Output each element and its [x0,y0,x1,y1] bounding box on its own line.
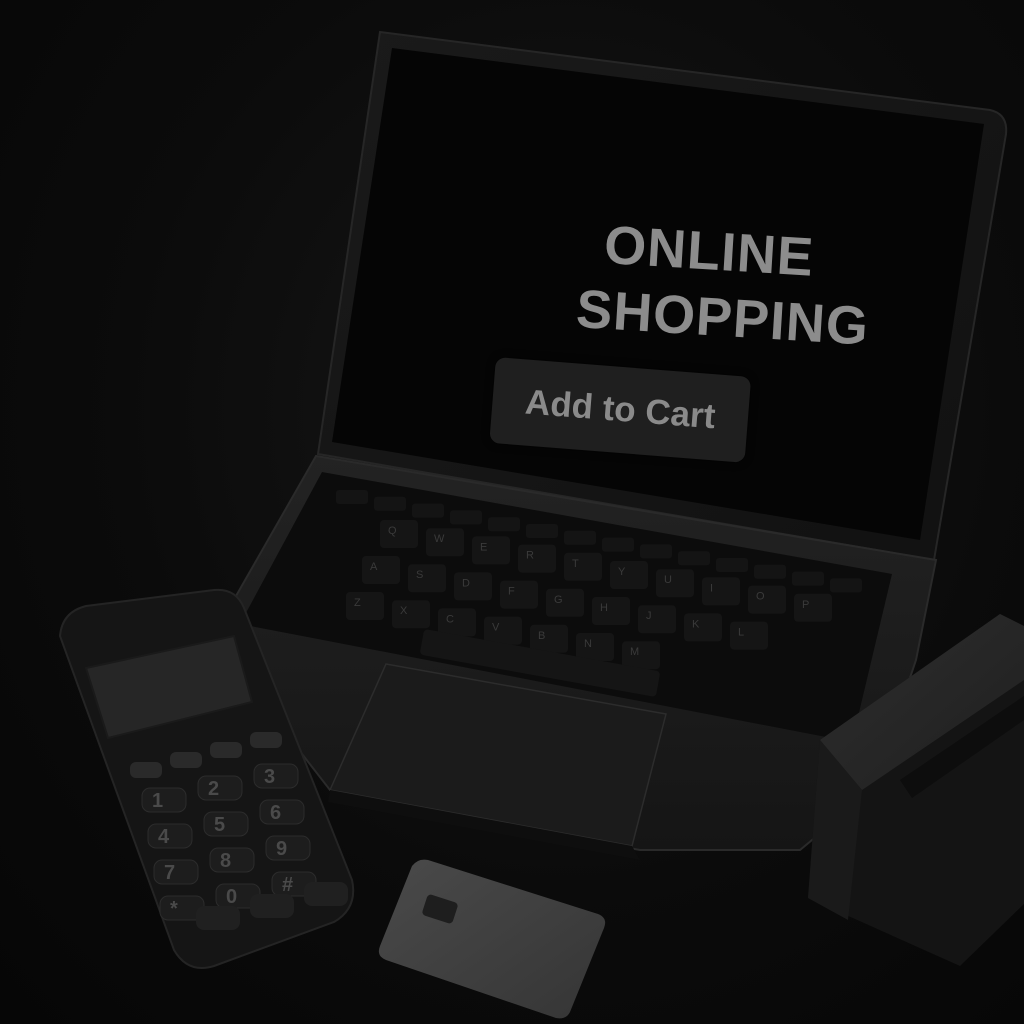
terminal-key-label: 5 [214,814,225,836]
keyboard-key-label: V [492,622,500,634]
keyboard-key-label: C [446,613,454,625]
keyboard-key-label: X [400,605,408,617]
keyboard-key-label: T [572,558,579,570]
keyboard-key [564,530,596,545]
keyboard-key [392,600,430,629]
keyboard-key [346,592,384,620]
terminal-key-label: * [170,898,178,920]
terminal-key-label: 2 [208,778,219,800]
terminal-key [203,811,249,837]
keyboard-key [638,605,676,634]
keyboard-key [336,490,368,504]
terminal-function-key [210,742,242,758]
screen-headline-online: ONLINE [602,215,816,288]
keyboard-key-label: Z [354,597,361,609]
terminal-function-key [250,732,282,748]
scene-illustration: Q W E R T Y U I O P A S D F G H J K L Z X C V B N M 1 2 3 4 5 6 7 8 9 * 0 # [58,30,1024,1019]
keyboard-key [488,517,520,532]
keyboard-key [546,588,584,617]
terminal-key [153,859,199,885]
terminal-key-label: 3 [264,766,275,788]
keyboard-key-label: Y [618,566,626,578]
keyboard-key [640,544,672,559]
keyboard-key-label: M [630,646,639,658]
keyboard-key-label: J [646,610,652,622]
keyboard-key-label: G [554,594,563,606]
keyboard-key-label: U [664,574,672,586]
keyboard-key [656,569,694,598]
keyboard-key-label: K [692,618,700,630]
keyboard-key [678,551,710,566]
keyboard-key [412,503,444,518]
keyboard-key [450,510,482,525]
keyboard-key-label: A [370,561,378,573]
keyboard-key [500,580,538,609]
keyboard-key-label: W [434,533,445,545]
keyboard-key [454,572,492,601]
keyboard-key [564,552,602,581]
keyboard-key [702,577,740,606]
terminal-function-key [130,762,162,778]
terminal-function-key [170,752,202,768]
keyboard-key [438,608,476,637]
terminal-key [197,775,243,801]
terminal-key-label: 7 [164,862,175,884]
keyboard-key [592,597,630,625]
keyboard-key [362,556,400,584]
keyboard-key-label: O [756,591,765,603]
keyboard-key [794,593,832,622]
terminal-action-key [196,906,240,930]
terminal-key-label: 9 [276,838,287,860]
keyboard-key-label: F [508,586,515,598]
terminal-key [209,847,255,873]
keyboard-key [610,561,648,589]
keyboard-key-label: S [416,569,423,581]
terminal-key-label: # [282,874,293,896]
product-photo-scene: QWERTYUIOPASDFGHJKLZXCVBNM 1 2 3 4 5 6 7 8 9 * 0 # … [0,0,1024,1024]
keyboard-key-label: D [462,577,470,589]
keyboard-key-label: N [584,638,592,650]
keyboard-key [716,558,748,572]
keyboard-key [380,520,418,548]
keyboard-key [792,571,824,586]
keyboard-key-label: Q [388,525,397,537]
terminal-key [141,787,187,813]
keyboard-key-label: H [600,602,608,614]
keyboard-key-label: B [538,630,545,642]
keyboard-key [472,536,510,565]
keyboard-key-label: E [480,541,487,553]
keyboard-key [374,496,406,511]
terminal-action-key [250,894,294,918]
keyboard-key-label: R [526,550,534,562]
keyboard-key [518,544,556,573]
terminal-key-label: 4 [158,826,170,848]
keyboard-key [622,641,660,670]
keyboard-key [576,633,614,661]
terminal-key-label: 0 [226,886,237,908]
keyboard-key-label: L [738,627,744,639]
keyboard-key [748,585,786,614]
keyboard-key [426,528,464,557]
keyboard-key [484,616,522,645]
keyboard-key [754,564,786,579]
terminal-key [253,763,299,789]
terminal-key [147,823,193,849]
keyboard-key [830,578,862,593]
terminal-key-label: 6 [270,802,281,824]
terminal-key [259,799,305,825]
terminal-key-label: 8 [220,850,231,872]
terminal-key [265,835,311,861]
keyboard-key [684,613,722,642]
keyboard-key [602,537,634,552]
keyboard-key-label: P [802,599,809,611]
keyboard-key [730,621,768,650]
keyboard-key [530,624,568,653]
terminal-key-label: 1 [152,790,163,812]
terminal-action-key [304,882,348,906]
keyboard-key [408,564,446,593]
keyboard-key [526,524,558,538]
keyboard-key-label: I [710,582,713,594]
credit-card [378,859,606,1019]
